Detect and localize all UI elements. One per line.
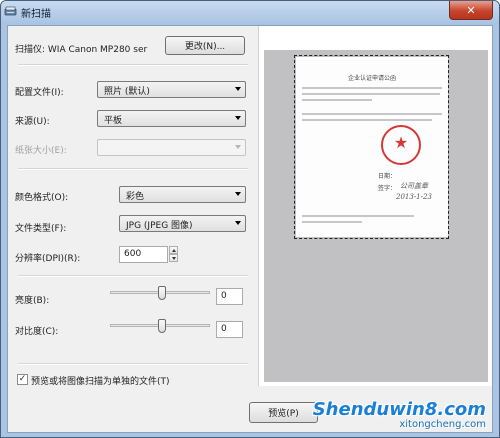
dialog-client-area: 扫描仪: WIA Canon MP280 ser 更改(N)... 配置文件(I… xyxy=(7,25,493,433)
spin-up-icon[interactable] xyxy=(169,246,178,254)
profile-value: 照片 (默认) xyxy=(104,87,150,97)
change-scanner-button[interactable]: 更改(N)... xyxy=(165,36,245,55)
chevron-down-icon xyxy=(235,145,241,149)
chevron-down-icon xyxy=(235,192,241,196)
scan-region-selection[interactable] xyxy=(294,55,449,239)
scan-dialog-window: 新扫描 ✕ 扫描仪: WIA Canon MP280 ser 更改(N)... … xyxy=(0,0,500,438)
contrast-slider-thumb[interactable] xyxy=(158,319,166,333)
separate-files-label: 预览或将图像扫描为单独的文件(T) xyxy=(31,377,170,387)
paper-size-select xyxy=(97,139,246,156)
window-title: 新扫描 xyxy=(21,9,51,20)
brightness-slider-thumb[interactable] xyxy=(158,286,166,300)
scanner-label: 扫描仪: WIA Canon MP280 ser xyxy=(15,45,148,55)
spin-down-icon[interactable] xyxy=(169,254,178,262)
contrast-label: 对比度(C): xyxy=(15,327,59,337)
source-select[interactable]: 平板 xyxy=(97,110,246,127)
resolution-input[interactable]: 600 xyxy=(119,246,168,263)
source-value: 平板 xyxy=(104,116,123,126)
file-type-value: JPG (JPEG 图像) xyxy=(126,221,193,231)
brightness-input[interactable]: 0 xyxy=(216,288,243,305)
title-bar[interactable]: 新扫描 ✕ xyxy=(1,1,499,25)
source-label: 来源(U): xyxy=(15,117,50,127)
profile-select[interactable]: 照片 (默认) xyxy=(97,81,246,98)
separator xyxy=(18,275,248,277)
chevron-down-icon xyxy=(235,116,241,120)
chevron-down-icon xyxy=(235,87,241,91)
color-format-value: 彩色 xyxy=(126,192,145,202)
watermark-main-text: Shenduwin8.com xyxy=(312,399,486,420)
resolution-label: 分辨率(DPI)(R): xyxy=(15,254,81,264)
separate-files-checkbox[interactable]: ✓ xyxy=(17,374,28,385)
separator xyxy=(18,363,248,365)
preview-area[interactable]: 企业认证申请公函 ★ 日期： 签字： 公司盖章 2013-1-23 xyxy=(264,50,488,382)
contrast-input[interactable]: 0 xyxy=(216,321,243,338)
color-format-select[interactable]: 彩色 xyxy=(119,186,246,203)
preview-pane: 企业认证申请公函 ★ 日期： 签字： 公司盖章 2013-1-23 xyxy=(258,26,492,386)
watermark-sub-text: xitongcheng.com xyxy=(399,419,486,430)
separator xyxy=(18,168,248,170)
file-type-label: 文件类型(F): xyxy=(15,224,67,234)
file-type-select[interactable]: JPG (JPEG 图像) xyxy=(119,215,246,232)
close-icon: ✕ xyxy=(466,3,476,17)
watermark-logo: Shenduwin8.com xitongcheng.com xyxy=(312,399,486,431)
chevron-down-icon xyxy=(235,221,241,225)
paper-size-label: 纸张大小(E): xyxy=(15,146,67,156)
brightness-label: 亮度(B): xyxy=(15,296,50,306)
separator xyxy=(18,64,248,66)
close-button[interactable]: ✕ xyxy=(449,1,493,20)
profile-label: 配置文件(I): xyxy=(15,88,64,98)
preview-button[interactable]: 预览(P) xyxy=(249,402,318,423)
scanner-icon xyxy=(4,6,17,16)
resolution-stepper[interactable] xyxy=(169,246,178,262)
color-format-label: 颜色格式(O): xyxy=(15,193,69,203)
